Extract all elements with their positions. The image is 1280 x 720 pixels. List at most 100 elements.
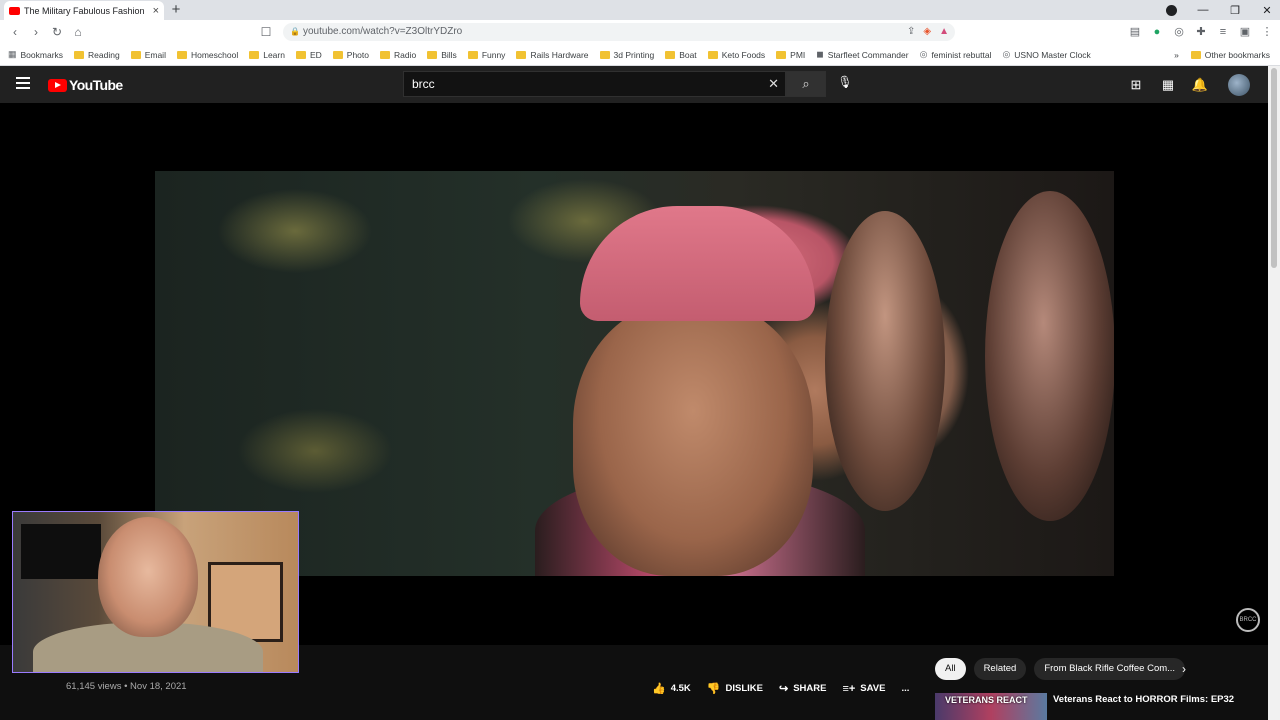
- bookmark-folder[interactable]: Email: [130, 50, 166, 60]
- apps-grid-icon[interactable]: ▦: [1159, 76, 1177, 94]
- dislike-button[interactable]: 👎 DISLIKE: [707, 682, 763, 695]
- bookmark-folder[interactable]: Boat: [665, 50, 697, 60]
- address-url: youtube.com/watch?v=Z3OltrYDZro: [303, 26, 463, 37]
- address-bar[interactable]: 🔒 youtube.com/watch?v=Z3OltrYDZro ⇪ ◈ ▲: [283, 23, 955, 41]
- bookmark-folder[interactable]: Homeschool: [176, 50, 238, 60]
- folder-icon: [516, 50, 527, 59]
- bookmarks-overflow-icon[interactable]: »: [1174, 50, 1179, 60]
- folder-icon: [599, 50, 610, 59]
- folder-icon: [665, 50, 676, 59]
- more-actions-button[interactable]: ...: [901, 683, 909, 694]
- youtube-play-icon: [48, 78, 67, 92]
- chevron-right-icon[interactable]: ›: [1182, 662, 1186, 676]
- tab-close-icon[interactable]: ×: [153, 5, 159, 17]
- close-window-icon[interactable]: ✕: [1251, 4, 1280, 17]
- extension-icon-1[interactable]: ▤: [1128, 25, 1142, 39]
- chip-all[interactable]: All: [935, 658, 966, 680]
- restore-icon[interactable]: ❐: [1219, 4, 1251, 17]
- scrollbar-thumb[interactable]: [1271, 68, 1277, 268]
- bookmark-link[interactable]: ◼ Starfleet Commander: [816, 49, 908, 60]
- share-arrow-icon: ↪: [778, 683, 789, 695]
- folder-icon: [427, 50, 438, 59]
- bookmark-folder[interactable]: Keto Foods: [707, 50, 765, 60]
- folder-icon: [1190, 51, 1201, 59]
- extension-icon-2[interactable]: ●: [1150, 25, 1164, 39]
- bookmark-folder[interactable]: Funny: [467, 50, 505, 60]
- bookmark-star-icon[interactable]: ☐: [257, 23, 275, 41]
- notifications-bell-icon[interactable]: 🔔: [1191, 76, 1209, 94]
- new-tab-button[interactable]: +: [168, 2, 184, 18]
- youtube-logo[interactable]: YouTube: [48, 77, 123, 93]
- browser-tab-active[interactable]: The Military Fabulous Fashion ×: [4, 1, 164, 20]
- clear-search-icon[interactable]: ✕: [768, 72, 779, 96]
- thumbs-down-icon: 👎: [706, 683, 721, 695]
- sidebar-icon[interactable]: ▣: [1238, 25, 1252, 39]
- bookmark-folder[interactable]: Bills: [427, 50, 457, 60]
- like-button[interactable]: 👍 4.5K: [652, 682, 691, 695]
- extensions-puzzle-icon[interactable]: ✚: [1194, 25, 1208, 39]
- save-button[interactable]: ≡+ SAVE: [842, 683, 885, 695]
- tab-title: The Military Fabulous Fashion: [24, 5, 145, 16]
- thumbnail-text: VETERANS REACT: [945, 695, 1028, 705]
- create-video-icon[interactable]: ⊞: [1127, 76, 1145, 94]
- extension-icon-3[interactable]: ◎: [1172, 25, 1186, 39]
- bookmark-link[interactable]: ◎ USNO Master Clock: [1002, 49, 1090, 60]
- search-button[interactable]: ⌕: [786, 71, 826, 97]
- account-avatar[interactable]: [1228, 74, 1250, 96]
- recommended-title[interactable]: Veterans React to HORROR Films: EP32: [1053, 694, 1253, 706]
- webcam-overlay: [12, 511, 299, 673]
- bookmark-folder[interactable]: PMI: [776, 50, 805, 60]
- chip-from-channel[interactable]: From Black Rifle Coffee Com...: [1034, 658, 1186, 680]
- bookmark-folder[interactable]: Reading: [74, 50, 120, 60]
- video-scene-cap: [580, 206, 815, 321]
- bookmark-folder[interactable]: ED: [295, 50, 322, 60]
- voice-search-mic-icon[interactable]: 🎙: [836, 75, 854, 93]
- youtube-favicon-icon: [9, 6, 20, 15]
- back-icon[interactable]: ‹: [6, 23, 24, 41]
- channel-watermark-icon[interactable]: BRCC: [1236, 608, 1260, 632]
- bookmark-folder[interactable]: Photo: [332, 50, 369, 60]
- bookmark-folder[interactable]: Radio: [380, 50, 416, 60]
- browser-tab-strip: The Military Fabulous Fashion × + — ❐ ✕: [0, 0, 1280, 20]
- share-button[interactable]: ↪ SHARE: [779, 682, 826, 695]
- hamburger-menu-icon[interactable]: [16, 77, 30, 89]
- video-scene-face: [573, 301, 813, 576]
- youtube-logo-text: YouTube: [69, 77, 123, 93]
- video-scene-figure: [985, 191, 1114, 521]
- recommended-video[interactable]: VETERANS REACT Veterans React to HORROR …: [935, 693, 1265, 720]
- recommended-thumbnail[interactable]: VETERANS REACT: [935, 693, 1047, 720]
- folder-icon: [707, 50, 718, 59]
- more-horiz-icon: ...: [901, 683, 910, 694]
- search-query: brcc: [412, 77, 435, 91]
- chip-related[interactable]: Related: [973, 658, 1027, 680]
- home-icon[interactable]: ⌂: [69, 23, 87, 41]
- bookmark-folder[interactable]: 3d Printing: [599, 50, 654, 60]
- share-page-icon[interactable]: ⇪: [907, 23, 915, 41]
- reload-icon[interactable]: ↻: [48, 23, 66, 41]
- page-scrollbar[interactable]: [1268, 66, 1280, 720]
- bookmark-apps[interactable]: ▦ Bookmarks: [8, 49, 63, 60]
- video-actions: 👍 4.5K 👎 DISLIKE ↪ SHARE ≡+ SAVE ...: [652, 682, 909, 696]
- bookmark-folder[interactable]: Rails Hardware: [516, 50, 589, 60]
- folder-icon: [467, 50, 478, 59]
- browser-toolbar: ‹ › ↻ ⌂ ☐ 🔒 youtube.com/watch?v=Z3OltrYD…: [0, 20, 1280, 44]
- related-filter-chips: All Related From Black Rifle Coffee Com.…: [935, 658, 1186, 680]
- brave-shield-icon[interactable]: ◈: [923, 23, 931, 41]
- bookmark-folder[interactable]: Learn: [249, 50, 285, 60]
- video-views-date: 61,145 views • Nov 18, 2021: [66, 681, 187, 692]
- menu-icon[interactable]: ⋮: [1260, 25, 1274, 39]
- forward-icon[interactable]: ›: [27, 23, 45, 41]
- window-controls: — ❐ ✕: [1166, 0, 1280, 20]
- profile-icon[interactable]: [1166, 4, 1177, 16]
- folder-icon: [295, 50, 306, 59]
- brave-rewards-icon[interactable]: ▲: [939, 23, 949, 41]
- other-bookmarks[interactable]: Other bookmarks: [1190, 50, 1270, 60]
- folder-icon: [380, 50, 390, 59]
- folder-icon: [776, 50, 787, 59]
- folder-icon: [74, 50, 85, 59]
- search-input[interactable]: brcc ✕: [403, 71, 786, 97]
- bookmark-link[interactable]: ◎ feminist rebuttal: [920, 49, 992, 60]
- minimize-icon[interactable]: —: [1187, 4, 1219, 16]
- webcam-monitor: [21, 524, 101, 579]
- reading-list-icon[interactable]: ≡: [1216, 25, 1230, 39]
